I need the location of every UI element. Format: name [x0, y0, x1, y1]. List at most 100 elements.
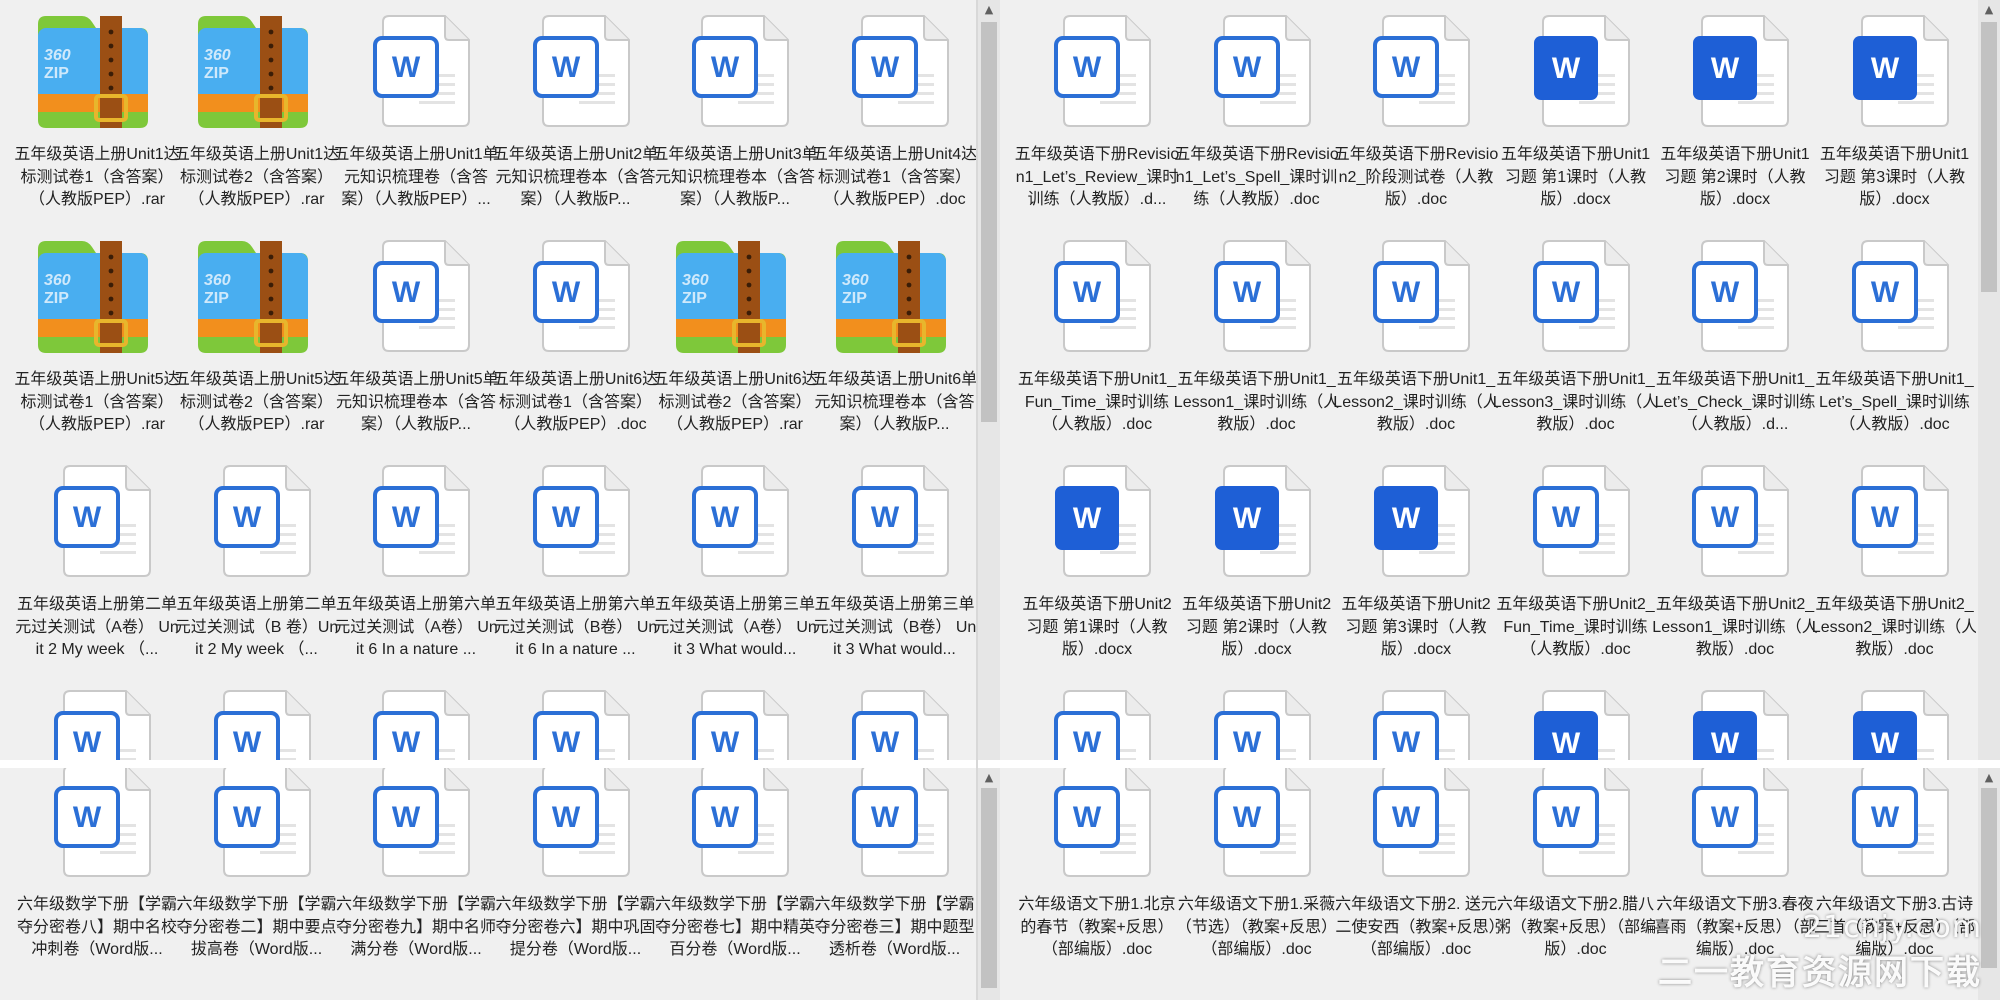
zip-format-text: ZIP: [842, 290, 867, 307]
word-letter: W: [870, 501, 899, 534]
top-left-pane[interactable]: 360 ZIP 五年级英语上册Unit1达标测试卷1（含答案）（人教版PEP）.ra…: [0, 0, 976, 766]
word-letter: W: [1392, 51, 1421, 84]
word-document-icon: W: [1660, 460, 1810, 588]
word-letter: W: [1870, 52, 1899, 85]
zip-archive-icon: 360 ZIP: [660, 235, 810, 363]
file-name-label: 五年级英语下册Unit2_Fun_Time_课时训练（人教版）.doc: [1496, 596, 1655, 658]
scroll-up-arrow-icon[interactable]: ▲: [1978, 2, 2000, 18]
word-document-icon: W: [1022, 768, 1172, 888]
word-document-icon: W: [1341, 685, 1491, 766]
file-name-label: 五年级英语下册Unit1 习题 第3课时（人教版）.docx: [1819, 146, 1970, 208]
word-document-icon: W: [1501, 685, 1651, 766]
file-name-label: 五年级英语上册Unit6达标测试卷1（含答案）（人教版PEP）.doc: [492, 371, 659, 433]
zip-brand-text: 360: [682, 272, 709, 289]
word-document-icon: W: [1501, 768, 1651, 888]
word-document-icon: W: [1182, 235, 1332, 363]
word-document-icon: W: [1820, 10, 1970, 138]
word-document-icon: W: [501, 768, 651, 888]
scrollbar-thumb[interactable]: [981, 788, 997, 988]
word-letter: W: [1711, 727, 1740, 760]
file-name-label: 五年级英语上册第三单元过关测试（A卷） Unit 3 What would...: [653, 596, 817, 658]
word-document-icon: W: [1341, 10, 1491, 138]
word-letter: W: [711, 501, 740, 534]
word-letter: W: [1870, 276, 1899, 309]
word-document-icon: W: [1501, 235, 1651, 363]
word-document-icon: W: [341, 10, 491, 138]
word-letter: W: [1232, 726, 1261, 759]
zip-archive-icon: 360 ZIP: [820, 235, 970, 363]
zip-brand-text: 360: [44, 272, 71, 289]
word-letter: W: [392, 726, 421, 759]
word-document-icon: W: [1660, 235, 1810, 363]
zip-format-text: ZIP: [44, 65, 69, 82]
file-name-label: 六年级数学下册【学霸夺分密卷九】期中名师满分卷（Word版...: [335, 896, 496, 958]
word-document-icon: W: [501, 460, 651, 588]
vertical-scrollbar-top-right[interactable]: ▲: [1978, 0, 2000, 766]
scroll-up-arrow-icon[interactable]: ▲: [978, 2, 1000, 18]
word-document-icon: W: [1182, 685, 1332, 766]
word-document-icon: W: [1501, 10, 1651, 138]
word-letter: W: [392, 801, 421, 834]
file-name-label: 五年级英语上册第三单元过关测试（B卷） Unit 3 What would...: [812, 596, 976, 658]
word-document-icon: W: [820, 685, 970, 766]
file-name-label: 五年级英语下册Unit2 习题 第2课时（人教版）.docx: [1181, 596, 1332, 658]
word-letter: W: [551, 501, 580, 534]
word-letter: W: [1551, 501, 1580, 534]
word-document-icon: W: [1341, 235, 1491, 363]
word-letter: W: [870, 726, 899, 759]
file-name-label: 五年级英语下册Unit1_Lesson1_课时训练（人教版）.doc: [1173, 371, 1340, 433]
word-letter: W: [1551, 52, 1580, 85]
scrollbar-thumb[interactable]: [981, 22, 997, 422]
word-letter: W: [392, 51, 421, 84]
word-letter: W: [1870, 727, 1899, 760]
word-letter: W: [392, 501, 421, 534]
word-letter: W: [1392, 276, 1421, 309]
file-name-label: 五年级英语上册Unit3单元知识梳理卷本（含答案）（人教版P...: [652, 146, 818, 208]
word-letter: W: [1232, 801, 1261, 834]
word-document-icon: W: [341, 768, 491, 888]
word-document-icon: W: [820, 460, 970, 588]
file-name-label: 五年级英语上册Unit5达标测试卷1（含答案）（人教版PEP）.rar: [14, 371, 180, 433]
word-document-icon: W: [22, 460, 172, 588]
scrollbar-thumb[interactable]: [1981, 22, 1997, 292]
zip-format-text: ZIP: [44, 290, 69, 307]
file-name-label: 五年级英语上册Unit6达标测试卷2（含答案）（人教版PEP）.rar: [652, 371, 818, 433]
scroll-up-arrow-icon[interactable]: ▲: [1978, 770, 2000, 786]
vertical-scrollbar-bottom-left[interactable]: ▲: [978, 768, 1000, 1000]
word-letter: W: [1551, 276, 1580, 309]
file-name-label: 五年级英语下册Unit2 习题 第1课时（人教版）.docx: [1022, 596, 1172, 658]
zip-format-text: ZIP: [204, 65, 229, 82]
file-name-label: 六年级语文下册1.北京的春节（教案+反思）（部编版）.doc: [1018, 896, 1176, 958]
watermark-line2: 二一教育资源网下载: [1658, 953, 1982, 993]
word-letter: W: [1073, 502, 1102, 535]
scroll-up-arrow-icon[interactable]: ▲: [978, 770, 1000, 786]
word-document-icon: W: [1022, 460, 1172, 588]
word-letter: W: [1711, 501, 1740, 534]
vertical-scrollbar-top-left[interactable]: ▲: [978, 0, 1000, 766]
watermark: 21cnjy.com 二一教育资源网下载: [1658, 910, 1982, 994]
word-letter: W: [551, 726, 580, 759]
file-name-label: 六年级语文下册1.采薇（节选）（教案+反思）（部编版）.doc: [1175, 896, 1338, 958]
file-name-label: 五年级英语上册Unit1单元知识梳理卷（含答案）（人教版PEP）...: [333, 146, 499, 208]
word-document-icon: W: [1820, 685, 1970, 766]
word-letter: W: [1551, 801, 1580, 834]
file-name-label: 五年级英语上册第二单元过关测试（B 卷）Unit 2 My week （...: [174, 596, 339, 658]
zip-brand-text: 360: [44, 47, 71, 64]
word-letter: W: [711, 801, 740, 834]
file-name-label: 五年级英语下册Revision1_Let’s_Spell_课时训练（人教版）.d…: [1174, 146, 1339, 208]
file-name-label: 六年级数学下册【学霸夺分密卷七】期中精英百分卷（Word版...: [654, 896, 815, 958]
word-document-icon: W: [182, 685, 332, 766]
zip-archive-icon: 360 ZIP: [182, 235, 332, 363]
word-document-icon: W: [1022, 235, 1172, 363]
word-letter: W: [73, 501, 102, 534]
word-letter: W: [870, 51, 899, 84]
word-letter: W: [1392, 801, 1421, 834]
top-right-pane[interactable]: W 五年级英语下册Revision1_Let’s_Review_课时训练（人教版）…: [1000, 0, 1976, 766]
zip-brand-text: 360: [204, 47, 231, 64]
bottom-left-pane[interactable]: W 六年级数学下册【学霸夺分密卷八】期中名校冲刺卷（Word版... W 六年级数学下…: [0, 768, 976, 1000]
word-document-icon: W: [660, 460, 810, 588]
file-name-label: 五年级英语下册Unit1_Fun_Time_课时训练（人教版）.doc: [1017, 371, 1177, 433]
scrollbar-thumb[interactable]: [1981, 788, 1997, 968]
word-letter: W: [551, 51, 580, 84]
word-letter: W: [232, 726, 261, 759]
